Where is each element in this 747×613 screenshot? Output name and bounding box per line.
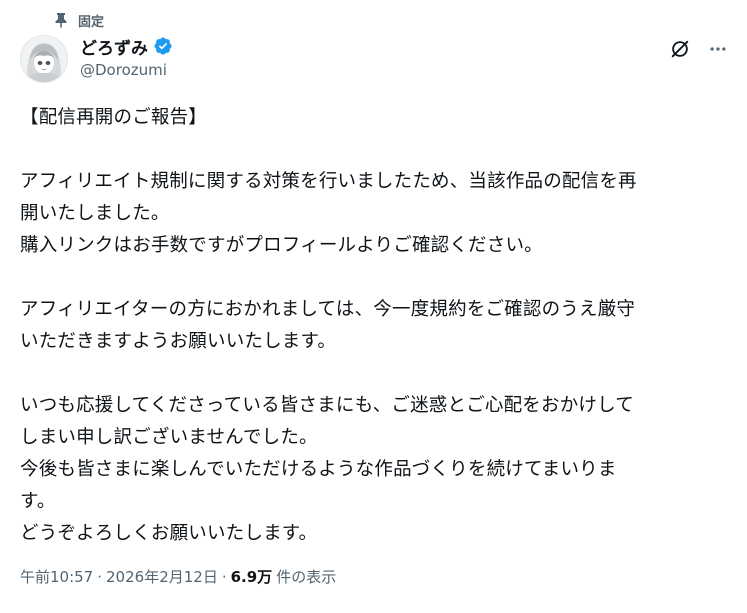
tweet-line: しまい申し訳ございませんでした。: [20, 427, 318, 448]
avatar[interactable]: [20, 35, 68, 83]
handle[interactable]: @Dorozumi: [80, 61, 173, 79]
meta-separator: ·: [221, 567, 227, 586]
tweet-line: 購入リンクはお手数ですがプロフィールよりご確認ください。: [20, 235, 543, 256]
views-label: 件の表示: [276, 568, 337, 586]
tweet-line: 【配信再開のご報告】: [20, 107, 208, 128]
tweet-line: す。: [20, 491, 56, 512]
views-count[interactable]: 6.9万: [231, 566, 273, 587]
post-date[interactable]: 2026年2月12日: [106, 566, 218, 587]
name-row: どろずみ: [80, 34, 173, 59]
tweet-line: アフィリエイターの方におかれましては、今一度規約をご確認のうえ厳守: [20, 299, 636, 320]
tweet-header: どろずみ @Dorozumi: [80, 34, 173, 79]
pin-icon: [54, 12, 68, 28]
tweet-line: 開いたしました。: [20, 203, 170, 224]
tweet-line: どうぞよろしくお願いいたします。: [20, 523, 318, 544]
tweet-line: 今後も皆さまに楽しんでいただけるような作品づくりを続けてまいりま: [20, 459, 617, 480]
meta-separator: ·: [97, 567, 103, 586]
display-name[interactable]: どろずみ: [80, 34, 148, 59]
grok-icon[interactable]: [667, 36, 693, 62]
more-icon[interactable]: [705, 36, 731, 62]
post-time[interactable]: 午前10:57: [20, 566, 93, 587]
pinned-indicator: 固定: [54, 10, 104, 30]
header-actions: [667, 36, 731, 62]
tweet-card: 固定 どろずみ @Dorozumi 【配信再開のご報告】 アフィリエイト規制に関…: [0, 0, 747, 613]
tweet-line: アフィリエイト規制に関する対策を行いましたため、当該作品の配信を再: [20, 171, 637, 192]
tweet-meta: 午前10:57 · 2026年2月12日 · 6.9万 件の表示: [20, 566, 336, 587]
pinned-label: 固定: [78, 14, 105, 30]
tweet-text: 【配信再開のご報告】 アフィリエイト規制に関する対策を行いましたため、当該作品の…: [20, 102, 732, 550]
tweet-line: いつも応援してくださっている皆さまにも、ご迷惑とご心配をおかけして: [20, 395, 634, 416]
tweet-line: いただきますようお願いいたします。: [20, 331, 337, 352]
verified-badge-icon[interactable]: [153, 36, 173, 56]
